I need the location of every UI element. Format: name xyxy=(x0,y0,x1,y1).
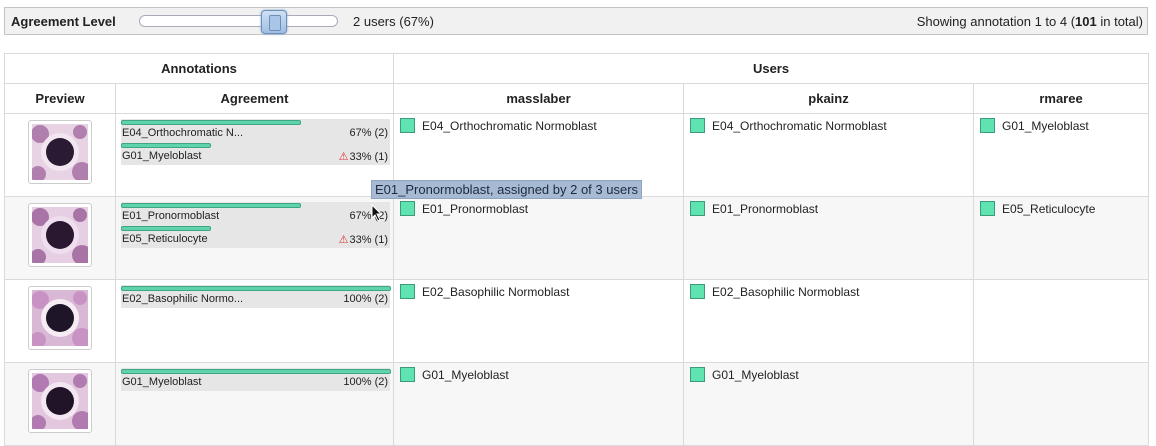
user-annotation-cell[interactable]: E02_Basophilic Normoblast xyxy=(683,279,975,363)
user-term-label: E01_Pronormoblast xyxy=(712,201,819,216)
agreement-percentage-value: 100% (2) xyxy=(343,293,389,305)
agreement-cell: E01_Pronormoblast 67% (2) E05_Reticulocyte… xyxy=(114,196,395,280)
agreement-column-header[interactable]: Agreement xyxy=(114,83,395,114)
agreement-cell: G01_Myeloblast 100% (2) xyxy=(114,362,395,446)
table-row[interactable]: G01_Myeloblast 100% (2) G01_Myeloblast G01_… xyxy=(4,362,1150,446)
agreement-level-label: Agreement Level xyxy=(11,14,116,29)
pagination-prefix: Showing annotation 1 to 4 ( xyxy=(916,14,1076,29)
agreement-percentage: 67% (2) xyxy=(349,127,388,139)
warning-triangle-icon: ⚠ xyxy=(338,151,349,163)
agreement-percentage: ⚠33% (1) xyxy=(339,150,388,163)
user-term-label: E04_Orthochromatic Normoblast xyxy=(712,118,887,133)
user-term-label: E05_Reticulocyte xyxy=(1002,201,1096,216)
table-row[interactable]: E01_Pronormoblast 67% (2) E05_Reticulocyte… xyxy=(4,196,1150,280)
term-color-swatch xyxy=(400,284,416,300)
agreement-percentage: 100% (2) xyxy=(343,293,388,305)
annotation-thumbnail[interactable] xyxy=(28,120,92,184)
agreement-list: E01_Pronormoblast 67% (2) E05_Reticulocyte… xyxy=(121,202,391,248)
user-term-label: E04_Orthochromatic Normoblast xyxy=(422,118,597,133)
agreement-term-label: E02_Basophilic Normo... xyxy=(122,293,244,305)
agreement-item[interactable]: E05_Reticulocyte ⚠33% (1) xyxy=(121,225,390,248)
agreement-item[interactable]: G01_Myeloblast ⚠33% (1) xyxy=(121,142,390,165)
term-color-swatch xyxy=(690,284,706,300)
agreement-term-label: E01_Pronormoblast xyxy=(122,210,220,222)
agreement-list: G01_Myeloblast 100% (2) xyxy=(121,368,391,391)
assignment-tooltip: E01_Pronormoblast, assigned by 2 of 3 us… xyxy=(371,180,643,199)
agreement-bar xyxy=(121,369,391,374)
agreement-level-toolbar: Agreement Level 2 users (67%) Showing an… xyxy=(4,7,1148,35)
user-term-label: E02_Basophilic Normoblast xyxy=(712,284,860,299)
agreement-item[interactable]: E02_Basophilic Normo... 100% (2) xyxy=(121,285,391,308)
preview-cell xyxy=(4,362,116,446)
agreement-cell: E02_Basophilic Normo... 100% (2) xyxy=(114,279,395,363)
user-column-header[interactable]: pkainz xyxy=(683,83,975,114)
user-annotation-cell[interactable]: E04_Orthochromatic Normoblast xyxy=(683,113,975,197)
agreement-bar xyxy=(121,120,301,125)
pagination-info: Showing annotation 1 to 4 (101 in total) xyxy=(917,14,1143,29)
agreement-term-label: E04_Orthochromatic N... xyxy=(122,127,244,139)
term-color-swatch xyxy=(400,201,416,217)
term-color-swatch xyxy=(690,201,706,217)
agreement-percentage: ⚠33% (1) xyxy=(339,233,388,246)
agreement-percentage-value: 100% (2) xyxy=(343,376,389,388)
user-annotation-cell[interactable]: G01_Myeloblast xyxy=(393,362,685,446)
user-annotation-cell[interactable]: E01_Pronormoblast xyxy=(393,196,685,280)
preview-column-header[interactable]: Preview xyxy=(4,83,116,114)
annotation-thumbnail[interactable] xyxy=(28,369,92,433)
user-annotation-cell xyxy=(973,279,1150,363)
term-color-swatch xyxy=(690,118,706,134)
agreement-bar xyxy=(121,143,211,148)
annotations-group-header: Annotations xyxy=(3,53,395,84)
term-color-swatch xyxy=(980,201,996,217)
agreement-term-label: G01_Myeloblast xyxy=(122,376,202,388)
user-term-label: G01_Myeloblast xyxy=(422,367,509,382)
users-group-header: Users xyxy=(393,53,1150,84)
agreement-bar xyxy=(121,226,211,231)
user-annotation-cell[interactable]: E02_Basophilic Normoblast xyxy=(393,279,685,363)
agreement-list: E02_Basophilic Normo... 100% (2) xyxy=(121,285,391,308)
slider-value: 2 users (67%) xyxy=(353,14,434,29)
mouse-cursor-icon xyxy=(371,204,383,222)
annotation-thumbnail[interactable] xyxy=(28,286,92,350)
user-term-label: E01_Pronormoblast xyxy=(422,201,529,216)
agreement-term-label: E05_Reticulocyte xyxy=(122,233,208,245)
user-annotation-cell xyxy=(973,362,1150,446)
slider-handle[interactable] xyxy=(261,10,287,34)
agreement-cell: E04_Orthochromatic N... 67% (2) G01_Myelob… xyxy=(114,113,395,197)
agreement-term-label: G01_Myeloblast xyxy=(122,150,202,162)
agreement-bar xyxy=(121,203,301,208)
annotations-table: Annotations Users Preview Agreement mass… xyxy=(3,53,1150,446)
term-color-swatch xyxy=(400,118,416,134)
term-color-swatch xyxy=(690,367,706,383)
user-column-header[interactable]: masslaber xyxy=(393,83,685,114)
warning-triangle-icon: ⚠ xyxy=(338,234,349,246)
user-annotation-cell[interactable]: E05_Reticulocyte xyxy=(973,196,1150,280)
preview-cell xyxy=(4,113,116,197)
agreement-item[interactable]: E01_Pronormoblast 67% (2) xyxy=(121,202,390,225)
agreement-item[interactable]: G01_Myeloblast 100% (2) xyxy=(121,368,391,391)
user-annotation-cell[interactable]: G01_Myeloblast xyxy=(683,362,975,446)
preview-cell xyxy=(4,279,116,363)
pagination-total: 101 xyxy=(1075,14,1097,29)
user-annotation-cell[interactable]: E01_Pronormoblast xyxy=(683,196,975,280)
agreement-bar xyxy=(121,286,391,291)
user-term-label: G01_Myeloblast xyxy=(712,367,799,382)
agreement-percentage-value: 33% (1) xyxy=(349,234,389,246)
user-term-label: G01_Myeloblast xyxy=(1002,118,1089,133)
preview-cell xyxy=(4,196,116,280)
agreement-percentage-value: 33% (1) xyxy=(349,151,389,163)
user-annotation-cell[interactable]: G01_Myeloblast xyxy=(973,113,1150,197)
annotation-thumbnail[interactable] xyxy=(28,203,92,267)
user-column-header[interactable]: rmaree xyxy=(973,83,1150,114)
agreement-percentage: 100% (2) xyxy=(343,376,388,388)
agreement-level-slider[interactable] xyxy=(139,15,338,27)
term-color-swatch xyxy=(980,118,996,134)
agreement-list: E04_Orthochromatic N... 67% (2) G01_Myelob… xyxy=(121,119,391,165)
pagination-suffix: in total) xyxy=(1096,14,1143,29)
table-row[interactable]: E02_Basophilic Normo... 100% (2) E02_Basop… xyxy=(4,279,1150,363)
agreement-percentage-value: 67% (2) xyxy=(349,127,389,139)
user-term-label: E02_Basophilic Normoblast xyxy=(422,284,570,299)
term-color-swatch xyxy=(400,367,416,383)
agreement-item[interactable]: E04_Orthochromatic N... 67% (2) xyxy=(121,119,390,142)
